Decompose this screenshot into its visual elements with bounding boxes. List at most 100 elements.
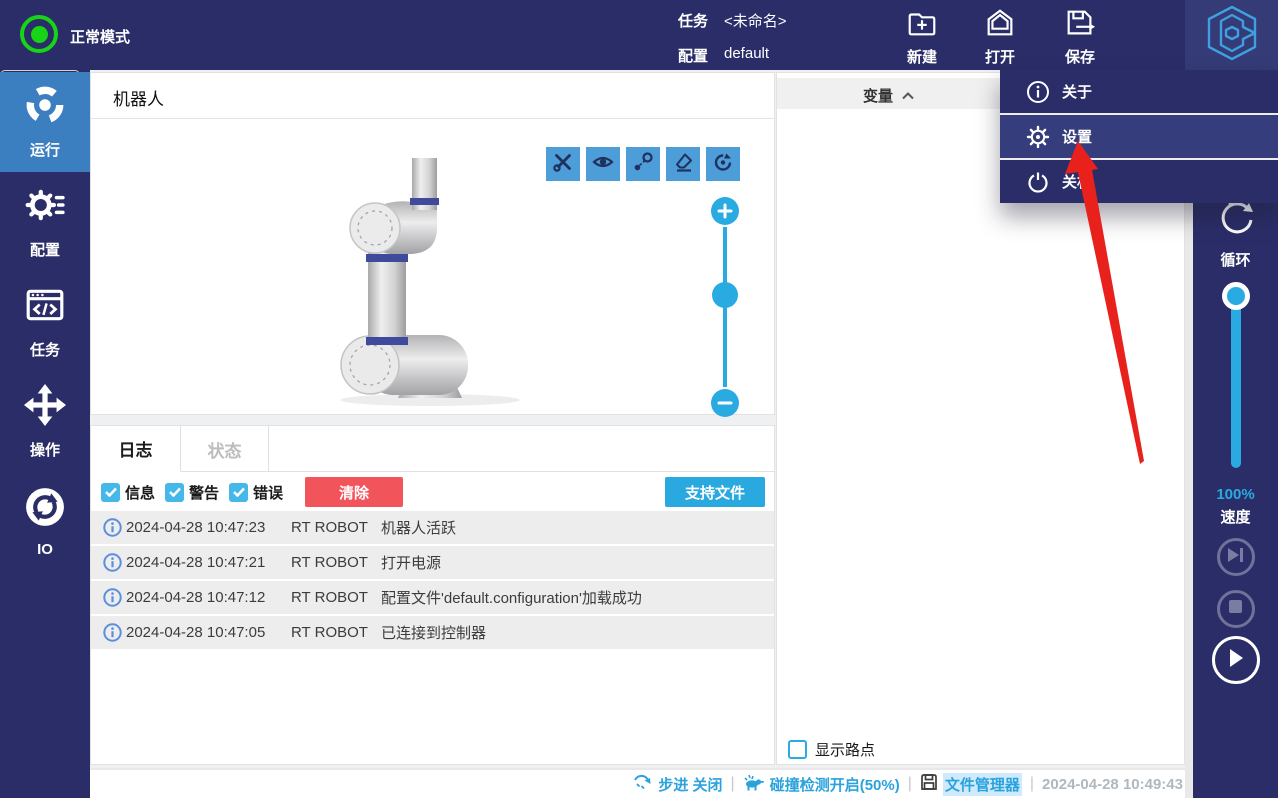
tab-log[interactable]: 日志 xyxy=(91,426,181,472)
open-task-button[interactable]: 打开 xyxy=(968,6,1032,66)
robot-view-toolbar xyxy=(546,147,740,181)
tab-status[interactable]: 状态 xyxy=(181,426,269,472)
rotate-view-button[interactable] xyxy=(706,147,740,181)
mode-status-indicator xyxy=(20,15,58,53)
sidebar-item-operate-label: 操作 xyxy=(29,442,60,459)
step-mode-status[interactable]: 步进 关闭 xyxy=(633,773,723,795)
speed-slider-handle[interactable] xyxy=(1222,282,1250,310)
info-icon xyxy=(103,518,122,541)
step-icon xyxy=(633,773,653,795)
divider xyxy=(91,118,774,119)
tools-icon xyxy=(552,151,574,178)
log-source: RT ROBOT xyxy=(291,554,368,571)
log-list: 2024-04-28 10:47:23 RT ROBOT 机器人活跃 2024-… xyxy=(91,511,774,651)
support-files-button[interactable]: 支持文件 xyxy=(665,477,765,507)
speed-slider-track[interactable] xyxy=(1231,292,1241,468)
path-button[interactable] xyxy=(626,147,660,181)
stop-button[interactable] xyxy=(1216,590,1255,628)
speed-value: 100% xyxy=(1216,486,1255,503)
log-panel: 日志 状态 信息 警告 错误 清除 支持文件 2024-04-28 10:47:… xyxy=(90,425,775,765)
variables-panel-title: 变量 xyxy=(863,88,894,105)
zoom-out-button[interactable] xyxy=(711,389,739,417)
info-icon xyxy=(103,553,122,576)
new-task-button[interactable]: 新建 xyxy=(890,6,954,66)
eraser-button[interactable] xyxy=(666,147,700,181)
info-checkbox[interactable] xyxy=(101,482,120,502)
filter-warning[interactable]: 警告 xyxy=(165,482,219,503)
robot-panel-title: 机器人 xyxy=(113,90,164,109)
mode-label: 正常模式 xyxy=(70,29,131,46)
show-waypoints-checkbox[interactable] xyxy=(788,740,807,759)
log-time: 2024-04-28 10:47:12 xyxy=(126,589,266,606)
top-bar: 正常模式 任务 <未命名> 配置 default 新建 打开 保存 xyxy=(0,0,1278,70)
error-checkbox[interactable] xyxy=(229,482,249,502)
menu-item-shutdown[interactable]: 关机 xyxy=(1000,160,1278,203)
left-sidebar: 运行 配置 任务 操作 IO xyxy=(0,70,90,798)
log-time: 2024-04-28 10:47:05 xyxy=(126,624,266,641)
log-message: 打开电源 xyxy=(381,555,442,572)
tools-button[interactable] xyxy=(546,147,580,181)
robot-arm-3d-view[interactable] xyxy=(330,158,530,408)
config-value: default xyxy=(724,45,770,62)
zoom-slider-handle[interactable] xyxy=(712,282,738,308)
new-task-icon xyxy=(905,6,939,45)
loop-icon xyxy=(1215,198,1257,243)
sidebar-item-io[interactable]: IO xyxy=(0,472,90,572)
separator: | xyxy=(907,775,912,792)
warning-checkbox[interactable] xyxy=(165,482,185,502)
log-entry: 2024-04-28 10:47:12 RT ROBOT 配置文件'defaul… xyxy=(91,581,774,614)
task-icon xyxy=(24,284,66,331)
clock-timestamp: 2024-04-28 10:49:43 xyxy=(1042,775,1183,793)
task-value: <未命名> xyxy=(724,13,787,30)
power-icon xyxy=(1026,170,1050,194)
zoom-control xyxy=(711,197,739,417)
menu-item-shutdown-label: 关机 xyxy=(1062,174,1093,191)
rotate-icon xyxy=(712,151,734,178)
log-time: 2024-04-28 10:47:21 xyxy=(126,554,266,571)
collision-detection-status[interactable]: 碰撞检测开启(50%) xyxy=(743,773,900,795)
collision-icon xyxy=(743,773,765,795)
sidebar-item-operate[interactable]: 操作 xyxy=(0,372,90,472)
app-logo-icon xyxy=(1205,5,1259,66)
step-forward-button[interactable] xyxy=(1216,538,1255,576)
filter-error-label: 错误 xyxy=(253,484,284,502)
log-source: RT ROBOT xyxy=(291,624,368,641)
show-waypoints-label: 显示路点 xyxy=(815,742,876,759)
io-icon xyxy=(24,486,66,533)
menu-item-about-label: 关于 xyxy=(1062,84,1093,101)
chevron-up-icon xyxy=(901,87,915,104)
loop-label: 循环 xyxy=(1220,252,1251,269)
visibility-button[interactable] xyxy=(586,147,620,181)
sidebar-item-config[interactable]: 配置 xyxy=(0,172,90,272)
sidebar-item-task[interactable]: 任务 xyxy=(0,272,90,372)
show-waypoints-toggle[interactable]: 显示路点 xyxy=(788,739,875,760)
status-bar: 步进 关闭 | 碰撞检测开启(50%) | 文件管理器 | 2024-04-28… xyxy=(90,768,1185,798)
speed-label: 速度 xyxy=(1220,509,1251,526)
file-manager-label: 文件管理器 xyxy=(942,772,1022,796)
separator: | xyxy=(730,775,735,792)
save-task-label: 保存 xyxy=(1064,49,1095,66)
app-logo-menu-button[interactable] xyxy=(1185,0,1278,70)
log-source: RT ROBOT xyxy=(291,519,368,536)
run-icon xyxy=(24,84,66,131)
tab-log-label: 日志 xyxy=(118,441,153,460)
skip-next-icon xyxy=(1227,547,1245,568)
menu-item-settings[interactable]: 设置 xyxy=(1000,115,1278,160)
loop-mode-button[interactable]: 循环 xyxy=(1193,198,1278,270)
task-label: 任务 xyxy=(678,13,709,30)
tab-status-label: 状态 xyxy=(207,441,242,461)
menu-item-about[interactable]: 关于 xyxy=(1000,70,1278,115)
log-entry: 2024-04-28 10:47:21 RT ROBOT 打开电源 xyxy=(91,546,774,579)
log-message: 机器人活跃 xyxy=(381,520,457,537)
operate-icon xyxy=(24,384,66,431)
file-manager-button[interactable]: 文件管理器 xyxy=(920,772,1022,796)
zoom-in-button[interactable] xyxy=(711,197,739,225)
save-task-button[interactable]: 保存 xyxy=(1048,6,1112,66)
play-button[interactable] xyxy=(1211,636,1260,684)
filter-error[interactable]: 错误 xyxy=(229,482,283,503)
open-task-icon xyxy=(983,6,1017,45)
sidebar-item-run[interactable]: 运行 xyxy=(0,72,90,172)
filter-info[interactable]: 信息 xyxy=(101,482,155,503)
open-task-label: 打开 xyxy=(984,49,1015,66)
clear-log-button[interactable]: 清除 xyxy=(305,477,404,507)
